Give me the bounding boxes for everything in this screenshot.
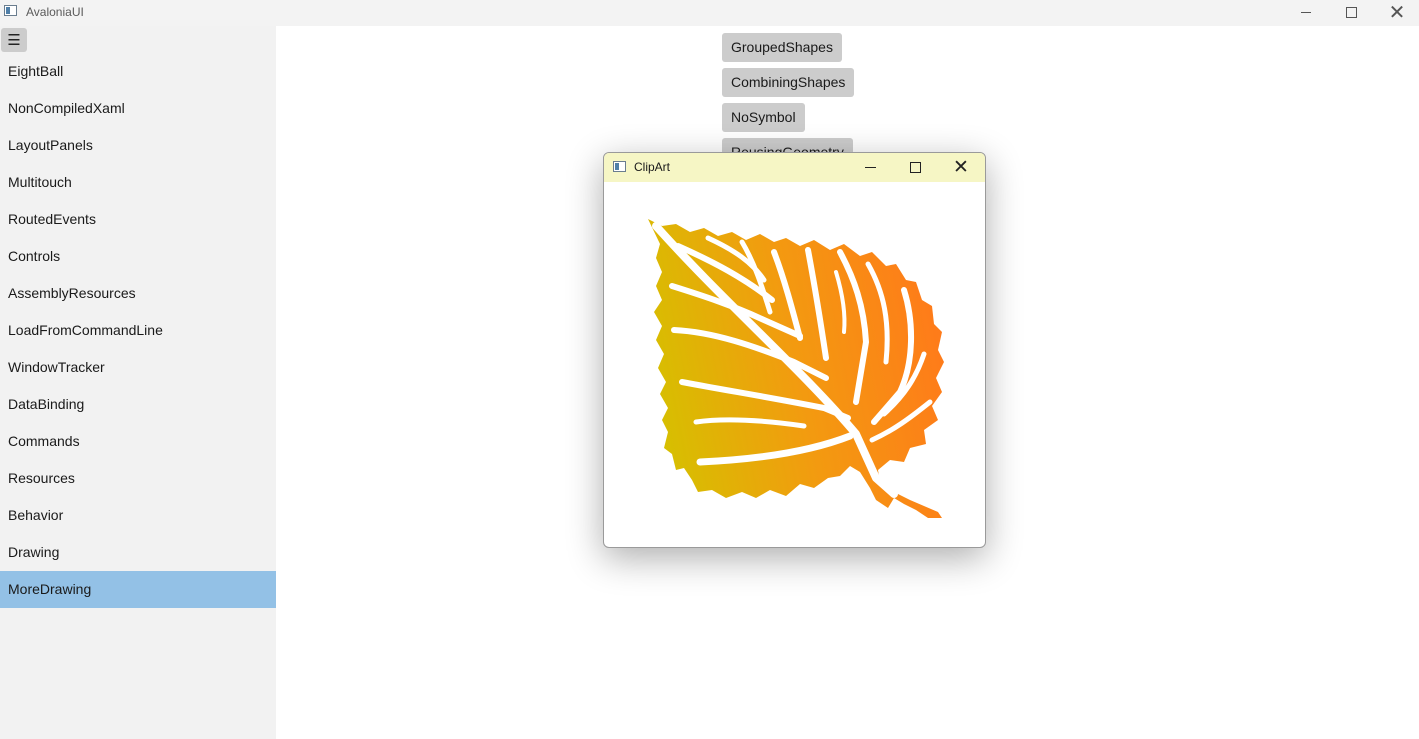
clipart-dialog[interactable]: ClipArt ✕ [603, 152, 986, 548]
sidebar-item-loadfromcommandline[interactable]: LoadFromCommandLine [0, 312, 276, 349]
sidebar-item-assemblyresources[interactable]: AssemblyResources [0, 275, 276, 312]
sidebar-item-controls[interactable]: Controls [0, 238, 276, 275]
minimize-button[interactable] [1283, 0, 1329, 24]
sidebar-item-moredrawing[interactable]: MoreDrawing [0, 571, 276, 608]
sidebar-item-noncompiledxaml[interactable]: NonCompiledXaml [0, 90, 276, 127]
dialog-titlebar[interactable]: ClipArt ✕ [604, 153, 985, 182]
dialog-window-icon [613, 161, 626, 172]
dialog-close-button[interactable]: ✕ [939, 153, 983, 181]
menu-toggle-button[interactable]: ☰ [1, 28, 27, 52]
sidebar-item-drawing[interactable]: Drawing [0, 534, 276, 571]
sidebar-item-resources[interactable]: Resources [0, 460, 276, 497]
app-window-icon [4, 5, 17, 16]
grouped-shapes-button[interactable]: GroupedShapes [722, 33, 842, 62]
sidebar-item-routedevents[interactable]: RoutedEvents [0, 201, 276, 238]
no-symbol-button[interactable]: NoSymbol [722, 103, 805, 132]
sidebar-item-databinding[interactable]: DataBinding [0, 386, 276, 423]
dialog-minimize-button[interactable] [848, 153, 892, 181]
combining-shapes-button[interactable]: CombiningShapes [722, 68, 855, 97]
dialog-title: ClipArt [634, 160, 671, 174]
close-icon: ✕ [953, 155, 969, 178]
minimize-icon [864, 166, 876, 168]
sidebar-item-commands[interactable]: Commands [0, 423, 276, 460]
autumn-leaf-clipart [648, 219, 944, 518]
close-icon: ✕ [1388, 0, 1406, 24]
dialog-maximize-button[interactable] [893, 153, 937, 181]
sidebar-item-multitouch[interactable]: Multitouch [0, 164, 276, 201]
maximize-icon [1345, 6, 1357, 18]
sidebar: ☰ EightBall NonCompiledXaml LayoutPanels… [0, 26, 276, 739]
sidebar-item-behavior[interactable]: Behavior [0, 497, 276, 534]
sidebar-item-eightball[interactable]: EightBall [0, 53, 276, 90]
close-button[interactable]: ✕ [1374, 0, 1419, 24]
maximize-icon [909, 161, 921, 173]
window-title: AvaloniaUI [26, 5, 84, 19]
sidebar-item-windowtracker[interactable]: WindowTracker [0, 349, 276, 386]
sidebar-item-layoutpanels[interactable]: LayoutPanels [0, 127, 276, 164]
maximize-button[interactable] [1328, 0, 1374, 24]
minimize-icon [1301, 11, 1311, 13]
window-titlebar[interactable]: AvaloniaUI ✕ [0, 0, 1419, 26]
sidebar-nav-list: EightBall NonCompiledXaml LayoutPanels M… [0, 53, 276, 608]
hamburger-icon: ☰ [7, 32, 21, 49]
